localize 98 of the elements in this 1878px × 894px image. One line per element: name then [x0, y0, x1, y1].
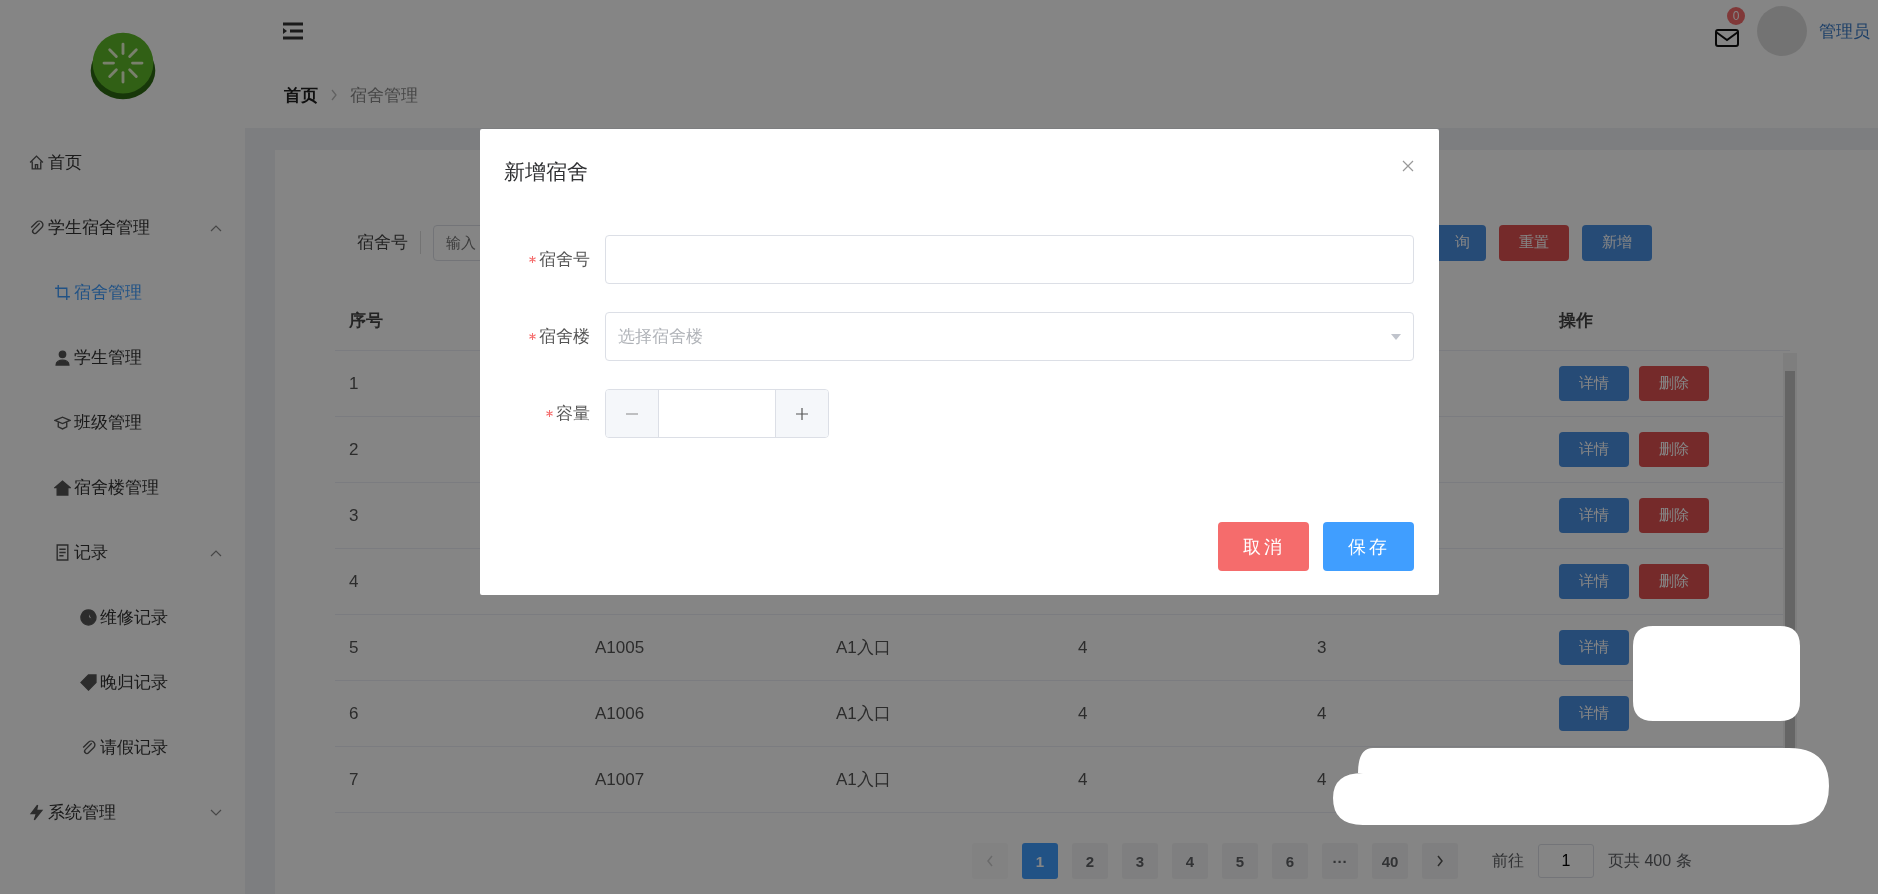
doc-icon	[54, 544, 71, 561]
details-button[interactable]: 详情	[1559, 564, 1629, 599]
table-cell: A1007	[595, 769, 645, 789]
user-name[interactable]: 管理员	[1819, 19, 1870, 43]
sidebar-item[interactable]: 记录	[0, 520, 245, 585]
clip-icon	[28, 219, 45, 236]
page-button[interactable]: 2	[1072, 843, 1108, 879]
minus-icon	[625, 412, 639, 415]
tag-icon	[80, 674, 97, 691]
details-button[interactable]: 详情	[1559, 498, 1629, 533]
notification-badge: 0	[1727, 7, 1745, 25]
page-input[interactable]: 1	[1538, 844, 1594, 878]
sidebar-item[interactable]: 宿舍楼管理	[0, 455, 245, 520]
caret-icon	[210, 223, 222, 232]
field-label: 容量	[504, 402, 590, 425]
table-cell: 2	[349, 439, 359, 459]
user-icon	[54, 349, 71, 366]
clock-icon	[80, 609, 97, 626]
caret-icon	[210, 808, 222, 817]
bolt-icon	[28, 804, 45, 821]
search-button[interactable]: 重置	[1499, 224, 1569, 261]
house-icon	[54, 479, 71, 496]
page-button[interactable]: ···	[1322, 843, 1358, 879]
sidebar-item[interactable]: 班级管理	[0, 390, 245, 455]
page-button[interactable]: 3	[1122, 843, 1158, 879]
table-cell: A1006	[595, 703, 645, 723]
details-button[interactable]: 详情	[1559, 432, 1629, 467]
page-button[interactable]: 1	[1022, 843, 1058, 879]
column-header: 操作	[1559, 311, 1593, 330]
next-page-button[interactable]	[1422, 843, 1458, 879]
select-field[interactable]: 选择宿舍楼	[605, 312, 1414, 361]
cancel-button[interactable]: 取消	[1218, 522, 1309, 571]
field-label: 宿舍楼	[504, 325, 590, 348]
column-header: 序号	[349, 311, 383, 330]
page-button[interactable]: 40	[1372, 843, 1408, 879]
chevron-icon	[330, 89, 338, 101]
breadcrumb-item[interactable]: 首页	[284, 83, 318, 107]
close-icon[interactable]	[1402, 160, 1414, 172]
decrement-button[interactable]	[606, 390, 659, 437]
sidebar-item[interactable]: 维修记录	[0, 585, 245, 650]
table-cell: 5	[349, 637, 359, 657]
field-label: 宿舍号	[504, 248, 590, 271]
sidebar-item[interactable]: 学生管理	[0, 325, 245, 390]
required-icon	[529, 256, 536, 263]
menu-icon[interactable]	[281, 21, 305, 41]
table-cell: 4	[1078, 637, 1088, 657]
sidebar-item[interactable]: 系统管理	[0, 780, 245, 845]
search-label: 宿舍号	[335, 231, 421, 254]
table-cell: 4	[1078, 703, 1088, 723]
details-button[interactable]: 详情	[1559, 696, 1629, 731]
table-cell: 7	[349, 769, 359, 789]
page-button[interactable]: 6	[1272, 843, 1308, 879]
goto-label: 前往	[1492, 850, 1524, 871]
breadcrumb-item: 宿舍管理	[350, 84, 418, 107]
caret-icon	[210, 548, 222, 557]
table-cell: 6	[349, 703, 359, 723]
clip-icon	[80, 739, 97, 756]
table-cell: 4	[1078, 769, 1088, 789]
save-button[interactable]: 保存	[1323, 522, 1414, 571]
table-cell: 4	[1317, 769, 1327, 789]
mail-icon[interactable]	[1715, 29, 1739, 47]
table-cell: A1005	[595, 637, 645, 657]
table-cell: 4	[349, 571, 359, 591]
table-cell: A1入口	[836, 638, 891, 657]
chevron-left-icon	[986, 855, 994, 867]
total-count: 页共 400 条	[1608, 850, 1692, 871]
page-button[interactable]: 4	[1172, 843, 1208, 879]
sidebar-item[interactable]: 首页	[0, 130, 245, 195]
required-icon	[529, 333, 536, 340]
details-button[interactable]: 详情	[1559, 630, 1629, 665]
table-cell: 1	[349, 373, 359, 393]
table-cell: A1入口	[836, 770, 891, 789]
dropdown-icon	[1391, 333, 1401, 340]
delete-button[interactable]: 删除	[1639, 432, 1709, 467]
input-field[interactable]	[605, 235, 1414, 284]
chevron-right-icon	[1436, 855, 1444, 867]
required-icon	[546, 410, 553, 417]
details-button[interactable]: 详情	[1559, 366, 1629, 401]
delete-button[interactable]: 删除	[1639, 498, 1709, 533]
cap-icon	[54, 414, 71, 431]
crop-icon	[54, 284, 71, 301]
sidebar-item[interactable]: 请假记录	[0, 715, 245, 780]
plus-icon	[795, 406, 809, 421]
dialog-title: 新增宿舍	[504, 159, 588, 185]
number-field[interactable]	[605, 389, 829, 438]
search-button[interactable]: 新增	[1582, 224, 1652, 261]
page-button[interactable]: 5	[1222, 843, 1258, 879]
table-cell: 3	[349, 505, 359, 525]
sidebar-item[interactable]: 学生宿舍管理	[0, 195, 245, 260]
delete-button[interactable]: 删除	[1639, 366, 1709, 401]
table-cell: A1入口	[836, 704, 891, 723]
sidebar-item[interactable]: 晚归记录	[0, 650, 245, 715]
table-cell: 3	[1317, 637, 1327, 657]
home-icon	[28, 154, 45, 171]
delete-button[interactable]: 删除	[1639, 564, 1709, 599]
table-cell: 4	[1317, 703, 1327, 723]
increment-button[interactable]	[775, 390, 828, 437]
sidebar-item[interactable]: 宿舍管理	[0, 260, 245, 325]
